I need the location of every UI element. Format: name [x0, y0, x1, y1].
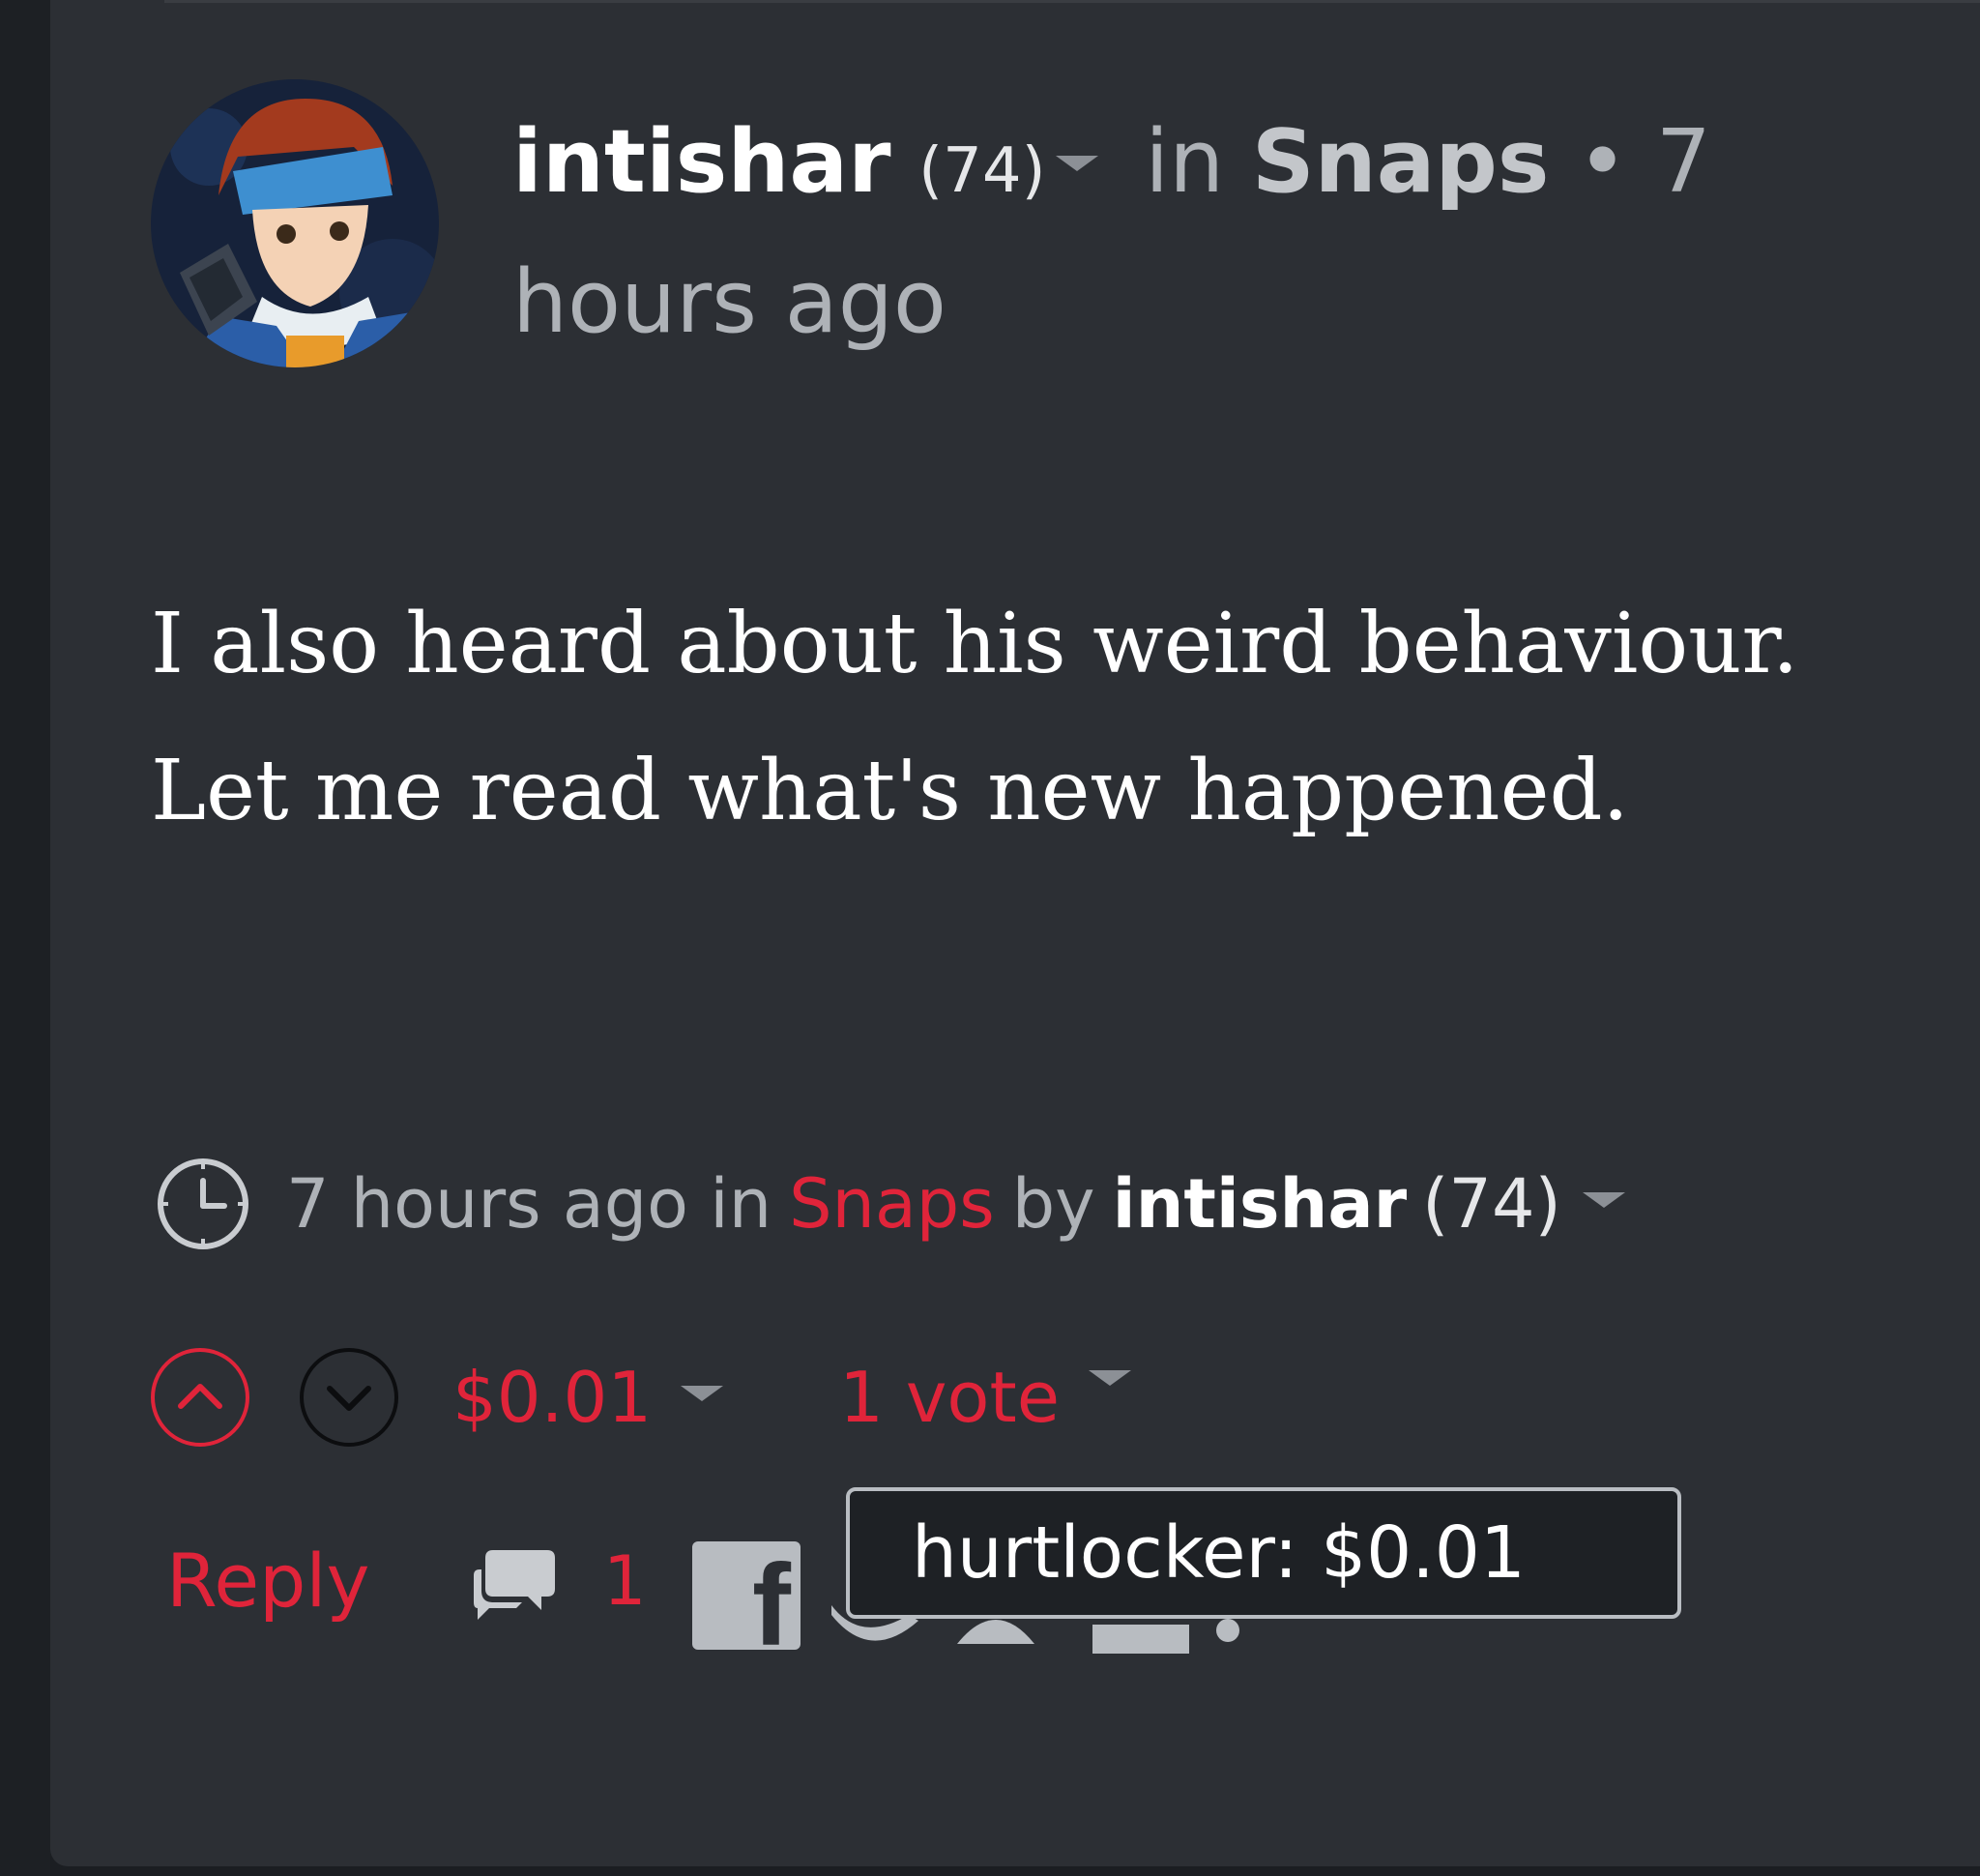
in-label: in: [1145, 111, 1225, 213]
chevron-up-circle-icon: [178, 1384, 222, 1409]
meta-by-label: by: [1011, 1164, 1095, 1244]
separator-dot: •: [1577, 111, 1629, 213]
downvote-button[interactable]: [300, 1348, 398, 1447]
vote-count[interactable]: 1 vote: [839, 1357, 1060, 1438]
meta-author-reputation: (74): [1422, 1164, 1561, 1244]
upvote-button[interactable]: [151, 1348, 249, 1447]
community-link[interactable]: Snaps: [1252, 111, 1550, 213]
body-line: Let me read what's new happened.: [151, 743, 1629, 839]
body-line: I also heard about his weird behaviour.: [151, 596, 1799, 692]
avatar[interactable]: [151, 79, 439, 367]
author-reputation: (74): [918, 135, 1046, 207]
author-name[interactable]: intishar: [512, 111, 891, 213]
caret-down-icon[interactable]: [681, 1386, 724, 1401]
caret-down-icon[interactable]: [1089, 1370, 1132, 1386]
caret-down-icon[interactable]: [1582, 1192, 1625, 1208]
meta-time: 7 hours ago: [286, 1164, 689, 1244]
facebook-icon[interactable]: f: [692, 1541, 801, 1650]
comment-count[interactable]: 1: [603, 1541, 647, 1621]
meta-community-link[interactable]: Snaps: [789, 1164, 995, 1244]
meta-in-label: in: [710, 1164, 772, 1244]
caret-down-icon[interactable]: [1055, 156, 1098, 172]
clock-icon: [158, 1158, 248, 1249]
chevron-down-circle-icon: [327, 1386, 371, 1411]
meta-author-name[interactable]: intishar: [1113, 1164, 1408, 1244]
post-header: intishar (74) in Snaps • 7 hours ago: [512, 97, 1885, 368]
post-body: I also heard about his weird behaviour. …: [151, 571, 1891, 865]
top-divider: [164, 0, 1980, 3]
avatar-image: [151, 79, 439, 367]
reply-button[interactable]: Reply: [166, 1538, 369, 1624]
vote-row: $0.01 1 vote: [151, 1344, 1150, 1451]
voter-tooltip: hurtlocker: $0.01: [846, 1487, 1681, 1619]
post-meta: 7 hours ago in Snaps by intishar (74): [155, 1156, 1645, 1252]
payout-value[interactable]: $0.01: [452, 1357, 652, 1438]
left-strip: [0, 0, 50, 1876]
comments-icon[interactable]: [466, 1542, 559, 1629]
